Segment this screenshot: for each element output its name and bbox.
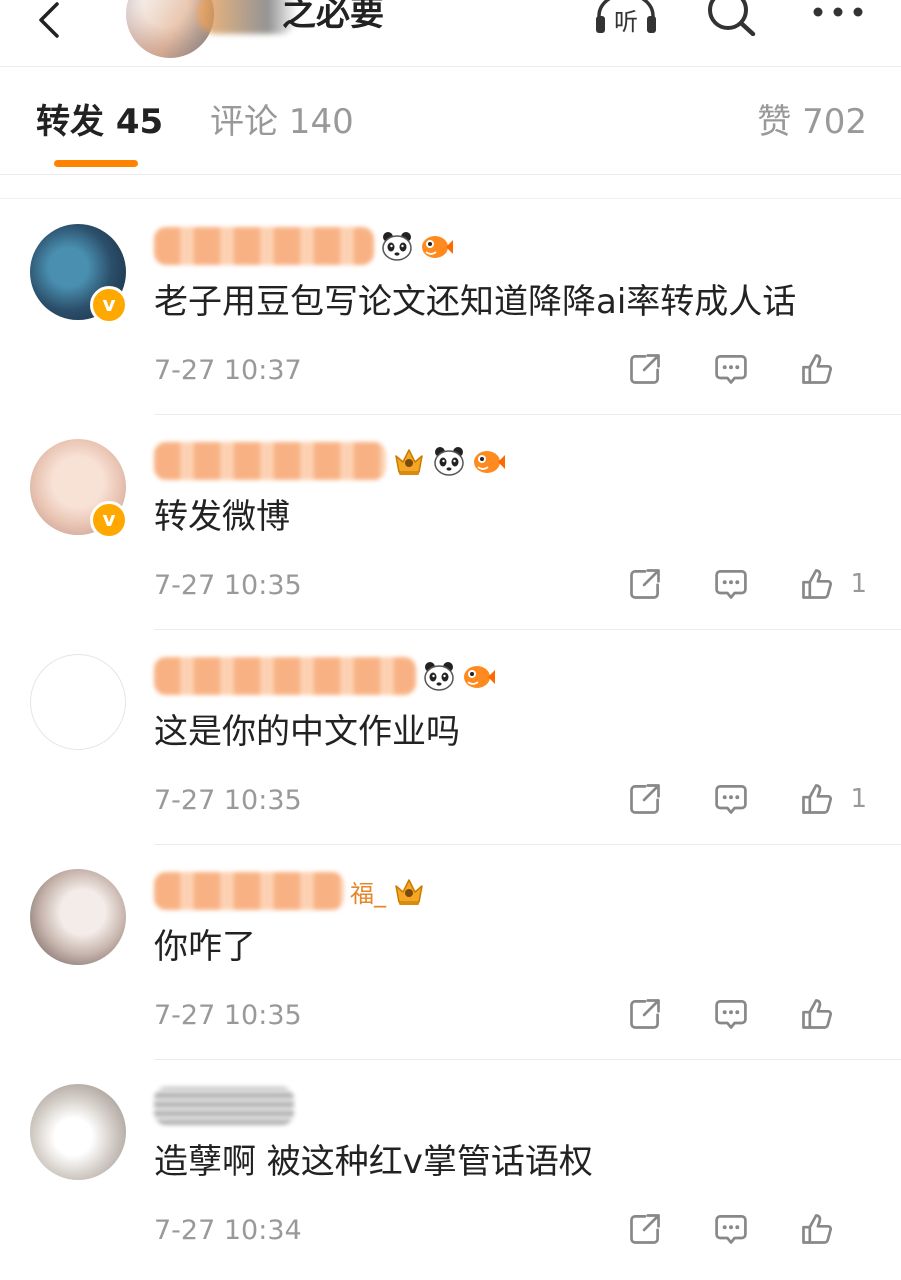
search-icon (708, 0, 756, 36)
share-icon (627, 566, 663, 602)
username[interactable] (154, 1081, 294, 1131)
item-actions: 1 (579, 564, 867, 604)
item-actions (579, 994, 867, 1034)
item-actions (579, 349, 867, 389)
timestamp: 7-27 10:35 (154, 1000, 302, 1031)
list-item: 这是你的中文作业吗 7-27 10:35 1 (0, 629, 901, 844)
active-tab-indicator (54, 160, 138, 167)
username[interactable] (154, 221, 454, 271)
like-count: 1 (850, 784, 867, 814)
list-item: 福_ 你咋了 7-27 10:35 (0, 844, 901, 1059)
comment-icon (713, 996, 749, 1032)
item-actions (579, 1209, 867, 1249)
username-visible-part: 福_ (350, 879, 386, 908)
share-button[interactable] (625, 1209, 665, 1249)
tab-forwards[interactable]: 转发 45 (36, 102, 163, 142)
panda-icon (432, 444, 466, 478)
share-button[interactable] (625, 994, 665, 1034)
comment-button[interactable] (711, 994, 751, 1034)
crown-badge-icon (392, 874, 426, 908)
like-button[interactable] (797, 779, 837, 819)
top-actions: 听 (593, 0, 871, 36)
share-icon (627, 1211, 663, 1247)
name-redaction (154, 227, 374, 265)
share-icon (627, 351, 663, 387)
tab-comments[interactable]: 评论 140 (210, 102, 354, 142)
forward-list: v 老子用豆包写论文还知道降降ai率转成人话 7-27 10:37 v 转发微博… (0, 198, 901, 1274)
share-button[interactable] (625, 779, 665, 819)
item-actions: 1 (579, 779, 867, 819)
comment-text: 造孽啊 被这种红v掌管话语权 (154, 1142, 593, 1182)
fish-icon (420, 229, 454, 263)
tab-bar: 转发 45 评论 140 赞 702 (0, 66, 901, 175)
timestamp: 7-27 10:35 (154, 570, 302, 601)
comment-icon (713, 566, 749, 602)
like-count: 1 (850, 569, 867, 599)
comment-icon (713, 781, 749, 817)
verified-badge-icon: v (90, 501, 128, 539)
thumbs-up-icon (799, 996, 835, 1032)
username[interactable] (154, 651, 496, 701)
comment-button[interactable] (711, 1209, 751, 1249)
back-icon (39, 2, 59, 38)
share-button[interactable] (625, 349, 665, 389)
comment-button[interactable] (711, 564, 751, 604)
thumbs-up-icon (799, 351, 835, 387)
crown-badge-icon (392, 444, 426, 478)
share-icon (627, 781, 663, 817)
comment-icon (713, 351, 749, 387)
name-redaction (154, 872, 344, 910)
share-button[interactable] (625, 564, 665, 604)
verified-badge-icon: v (90, 286, 128, 324)
top-bar: 之必要 听 (0, 0, 901, 67)
comment-icon (713, 1211, 749, 1247)
list-item: v 老子用豆包写论文还知道降降ai率转成人话 7-27 10:37 (0, 199, 901, 414)
list-item: 造孽啊 被这种红v掌管话语权 7-27 10:34 (0, 1059, 901, 1274)
avatar[interactable] (30, 869, 126, 965)
fish-icon (472, 444, 506, 478)
more-button[interactable] (805, 0, 871, 36)
name-redaction (154, 657, 416, 695)
like-button[interactable] (797, 1209, 837, 1249)
username[interactable]: 福_ (154, 866, 426, 916)
comment-text: 老子用豆包写论文还知道降降ai率转成人话 (154, 282, 797, 322)
username[interactable] (154, 436, 506, 486)
list-item: v 转发微博 7-27 10:35 1 (0, 414, 901, 629)
comment-button[interactable] (711, 349, 751, 389)
like-button[interactable] (797, 349, 837, 389)
like-button[interactable] (797, 994, 837, 1034)
thumbs-up-icon (799, 1211, 835, 1247)
like-button[interactable] (797, 564, 837, 604)
panda-icon (380, 229, 414, 263)
comment-text: 这是你的中文作业吗 (154, 712, 460, 752)
comment-button[interactable] (711, 779, 751, 819)
page-title: 之必要 (282, 0, 384, 34)
tab-likes[interactable]: 赞 702 (757, 102, 867, 142)
listen-button[interactable]: 听 (593, 0, 659, 36)
fish-icon (462, 659, 496, 693)
timestamp: 7-27 10:37 (154, 355, 302, 386)
thumbs-up-icon (799, 781, 835, 817)
comment-text: 转发微博 (154, 497, 290, 537)
timestamp: 7-27 10:34 (154, 1215, 302, 1246)
panda-icon (422, 659, 456, 693)
avatar[interactable] (30, 654, 126, 750)
name-redaction (154, 442, 386, 480)
back-button[interactable] (28, 0, 68, 40)
more-icon (813, 7, 863, 17)
avatar[interactable] (30, 1084, 126, 1180)
name-redaction (154, 1087, 294, 1125)
thumbs-up-icon (799, 566, 835, 602)
timestamp: 7-27 10:35 (154, 785, 302, 816)
search-button[interactable] (699, 0, 765, 36)
headphones-icon: 听 (596, 0, 656, 36)
comment-text: 你咋了 (154, 927, 256, 967)
share-icon (627, 996, 663, 1032)
listen-label: 听 (614, 8, 638, 36)
